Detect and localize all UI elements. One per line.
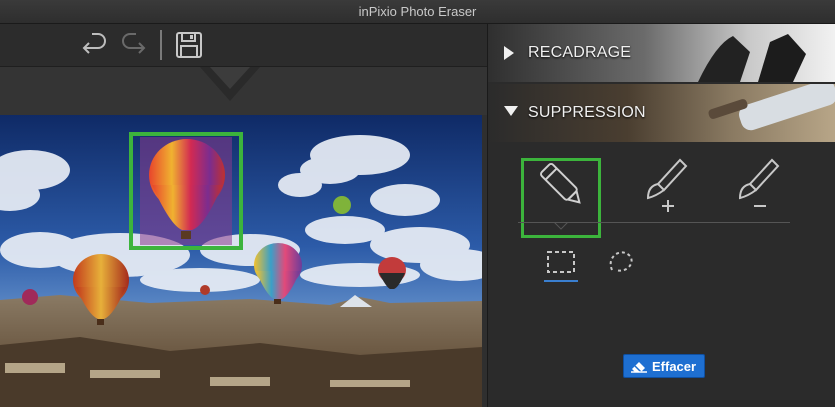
- tool-panel: RECADRAGE SUPPRESSION Effacer: [487, 24, 835, 407]
- brush-remove-icon: [738, 158, 780, 207]
- effacer-button-label: Effacer: [652, 359, 697, 374]
- eraser-icon: [631, 362, 647, 373]
- lasso-select-icon: [609, 251, 633, 272]
- photo-canvas[interactable]: [0, 115, 482, 407]
- balloon-photo[interactable]: [0, 115, 482, 407]
- section-recadrage-label: RECADRAGE: [528, 44, 632, 61]
- section-suppression-label: SUPPRESSION: [528, 104, 646, 121]
- canvas-area: [0, 24, 487, 407]
- brush-remove-button[interactable]: [728, 154, 788, 218]
- redo-icon: [122, 33, 146, 54]
- toolbar-separator: [160, 30, 162, 60]
- brush-add-button[interactable]: [636, 154, 696, 218]
- active-mode-indicator: [544, 280, 578, 282]
- chevron-down-icon: [504, 106, 518, 116]
- section-suppression[interactable]: SUPPRESSION: [488, 84, 835, 142]
- main-toolbar: [0, 24, 487, 67]
- section-recadrage[interactable]: RECADRAGE: [488, 24, 835, 82]
- redo-button[interactable]: [118, 30, 148, 60]
- lasso-select-button[interactable]: [604, 246, 638, 280]
- panel-divider: [518, 222, 790, 223]
- pointer-caret-icon: [554, 222, 568, 230]
- decorative-chevron: [200, 67, 260, 101]
- title-bar: inPixio Photo Eraser: [0, 0, 835, 24]
- save-button[interactable]: [174, 30, 204, 60]
- window-title: inPixio Photo Eraser: [358, 4, 477, 19]
- chevron-right-icon: [504, 46, 514, 60]
- rectangle-select-icon: [547, 251, 575, 273]
- canvas-header-strip: [0, 67, 487, 115]
- rectangle-select-button[interactable]: [544, 246, 578, 280]
- brush-add-icon: [646, 158, 688, 212]
- effacer-button[interactable]: Effacer: [623, 354, 705, 378]
- save-icon: [176, 32, 202, 58]
- undo-icon: [82, 33, 106, 54]
- undo-button[interactable]: [80, 30, 110, 60]
